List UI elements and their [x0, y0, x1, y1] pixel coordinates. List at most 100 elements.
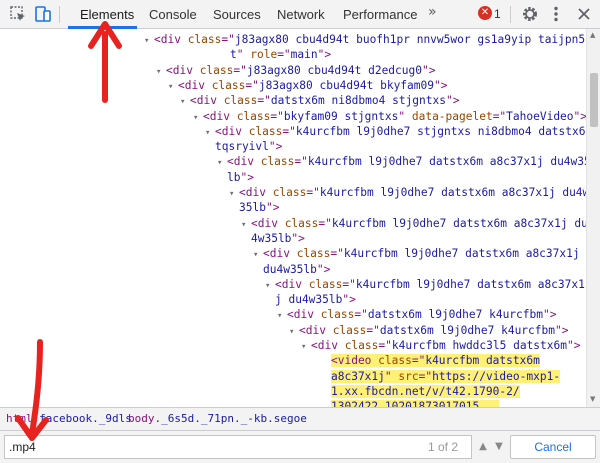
tag-syntax: ">	[317, 48, 332, 62]
dom-tree[interactable]: ▾ <div class="j83agx80 cbu4d94t buofh1pr …	[0, 29, 586, 407]
expand-triangle-icon[interactable]: ▾	[193, 110, 203, 126]
attribute-value: 4w35lb	[251, 231, 292, 245]
dom-node-line[interactable]: 4w35lb">	[251, 231, 305, 247]
dom-node-line[interactable]: ▾ <div class="datstx6m l9j0dhe7 k4urcfbm"…	[289, 323, 568, 339]
inspect-element-icon[interactable]	[8, 4, 28, 24]
expand-triangle-icon[interactable]: ▾	[229, 186, 239, 202]
tag-syntax: ">	[240, 170, 254, 184]
tag-syntax: ="	[492, 109, 507, 123]
tag-syntax: <div	[190, 94, 224, 108]
highlighted-video-node[interactable]: 1302422_10201873017015...	[331, 399, 500, 407]
device-toggle-icon[interactable]	[33, 4, 53, 24]
highlighted-video-node[interactable]: 1.xx.fbcdn.net/v/t42.1790-2/	[331, 384, 520, 400]
tag-syntax: ="	[378, 339, 392, 352]
expand-triangle-icon[interactable]: ▾	[253, 247, 263, 263]
attribute-name: data-pagelet	[411, 109, 493, 123]
expand-triangle-icon[interactable]: ▾	[217, 155, 227, 171]
expand-triangle-icon[interactable]: ▾	[180, 94, 190, 110]
attribute-name: class	[272, 186, 307, 199]
tag-syntax: ="	[342, 277, 356, 291]
more-tabs-button[interactable]: »	[428, 4, 437, 20]
tab-network[interactable]: Network	[277, 0, 325, 29]
more-options-icon[interactable]	[546, 4, 566, 24]
tab-performance[interactable]: Performance	[343, 0, 417, 29]
cancel-button[interactable]: Cancel	[510, 435, 596, 459]
dom-node-line[interactable]: ▾ <div class="k4urcfbm hwddc3l5 datstx6m"…	[301, 338, 580, 354]
attribute-value: datstx6m l9j0dhe7 k4urcfbm	[379, 323, 555, 337]
dom-tree-scrollbar[interactable]: ▲ ▼	[586, 29, 600, 407]
next-match-icon[interactable]: ▼	[490, 437, 508, 457]
dom-node-line[interactable]: ▾ <div class="datstx6m l9j0dhe7 k4urcfbm"…	[277, 307, 556, 323]
dom-node-line[interactable]: ▾ <div class="k4urcfbm l9j0dhe7 datstx6m …	[253, 246, 580, 262]
expand-triangle-icon[interactable]: ▾	[289, 324, 299, 340]
dom-node-line[interactable]: ▾ <div class="k4urcfbm l9j0dhe7 datstx6m …	[241, 216, 586, 232]
attribute-value: k4urcfbm l9j0dhe7 datstx6m a8c37x1j du	[331, 216, 586, 230]
settings-gear-icon[interactable]	[520, 4, 540, 24]
attribute-value: tqsryivl	[215, 140, 269, 154]
dom-node-line[interactable]: 35lb">	[239, 200, 279, 216]
tag-syntax: ="	[277, 48, 291, 62]
breadcrumb: html.facebook._9dls body._6s5d._71pn._-k…	[0, 407, 600, 431]
tag-syntax: ">	[316, 262, 331, 276]
scroll-down-arrow-icon[interactable]: ▼	[590, 395, 595, 403]
breadcrumb-class: .facebook._9dls	[32, 412, 132, 425]
expand-triangle-icon[interactable]: ▾	[168, 79, 178, 95]
expand-triangle-icon[interactable]: ▾	[156, 64, 166, 80]
expand-triangle-icon[interactable]: ▾	[301, 339, 311, 355]
tab-elements[interactable]: Elements	[80, 0, 134, 29]
close-devtools-icon[interactable]	[574, 4, 594, 24]
dom-node-line[interactable]: ▾ <div class="bkyfam09 stjgntxs" data-pag…	[193, 109, 586, 125]
dom-node-line[interactable]: j du4w35lb">	[275, 292, 356, 308]
attribute-value: j83agx80 cbu4d94t d2edcug0	[246, 63, 422, 77]
dom-node-line[interactable]: tqsryivl">	[215, 139, 282, 155]
attribute-value: j du4w35lb	[275, 293, 343, 307]
tab-sources[interactable]: Sources	[213, 0, 261, 29]
expand-triangle-icon[interactable]: ▾	[265, 278, 275, 294]
error-count[interactable]: 1	[494, 7, 501, 21]
expand-triangle-icon[interactable]: ▾	[144, 33, 154, 49]
dom-node-line[interactable]: lb">	[227, 170, 254, 186]
scroll-thumb[interactable]	[590, 73, 598, 127]
search-input[interactable]: .mp4	[4, 435, 472, 459]
attribute-value: lb	[227, 170, 241, 184]
tag-syntax: ="	[306, 186, 320, 199]
error-icon[interactable]: ✕	[478, 6, 492, 20]
scroll-up-arrow-icon[interactable]: ▲	[590, 31, 595, 39]
expand-triangle-icon[interactable]: ▾	[241, 217, 251, 233]
attribute-value: du4w35lb	[263, 262, 317, 276]
attribute-name: role	[250, 48, 278, 62]
attribute-name: class	[378, 354, 412, 368]
tag-syntax: <div	[203, 109, 237, 123]
attribute-name: class	[211, 78, 246, 92]
breadcrumb-html[interactable]: html.facebook._9dls	[6, 408, 132, 430]
tag-syntax: <div	[311, 339, 345, 352]
dom-node-line[interactable]: ▾ <div class="j83agx80 cbu4d94t buofh1pr …	[144, 32, 585, 48]
dom-node-line[interactable]: ▾ <div class="k4urcfbm l9j0dhe7 datstx6m …	[217, 154, 586, 170]
dom-node-line[interactable]: du4w35lb">	[263, 262, 330, 278]
dom-node-line[interactable]: ▾ <div class="datstx6m ni8dbmo4 stjgntxs"…	[180, 93, 459, 109]
attribute-value: j83agx80 cbu4d94t bkyfam09	[258, 78, 434, 92]
dom-node-line[interactable]: ▾ <div class="j83agx80 cbu4d94t d2edcug0"…	[156, 63, 435, 79]
expand-triangle-icon[interactable]: ▾	[205, 125, 215, 141]
tag-syntax: ">	[445, 94, 460, 108]
attribute-value: k4urcfbm l9j0dhe7 stjgntxs ni8dbmo4 dats…	[295, 124, 586, 138]
attribute-name: class	[332, 323, 367, 337]
expand-triangle-icon[interactable]: ▾	[277, 308, 287, 324]
breadcrumb-body[interactable]: body._6s5d._71pn._-kb.segoe	[128, 408, 307, 430]
dom-node-line[interactable]: t" role="main">	[230, 47, 331, 63]
tag-syntax: <div	[166, 63, 200, 77]
dom-node-line[interactable]: ▾ <div class="j83agx80 cbu4d94t bkyfam09"…	[168, 78, 447, 94]
attribute-value: 1302422_10201873017015...	[331, 400, 500, 407]
dom-node-line[interactable]: ▾ <div class="k4urcfbm l9j0dhe7 datstx6m …	[229, 185, 586, 201]
attribute-value: j83agx80 cbu4d94t buofh1pr nnvw5wor gs1a…	[234, 33, 586, 46]
tag-syntax: <div	[227, 155, 261, 169]
highlighted-video-node[interactable]: a8c37x1j" src="https://video-mxp1-	[331, 369, 561, 385]
highlighted-video-node[interactable]: <video class="k4urcfbm datstx6m	[331, 353, 540, 369]
tag-syntax: ">	[265, 201, 280, 215]
dom-node-line[interactable]: ▾ <div class="k4urcfbm l9j0dhe7 datstx6m …	[265, 277, 585, 293]
tag-syntax: ="	[411, 354, 426, 368]
attribute-name: class	[223, 94, 258, 108]
dom-node-line[interactable]: ▾ <div class="k4urcfbm l9j0dhe7 stjgntxs …	[205, 124, 586, 140]
match-count: 1 of 2	[428, 440, 459, 454]
tab-console[interactable]: Console	[149, 0, 197, 29]
